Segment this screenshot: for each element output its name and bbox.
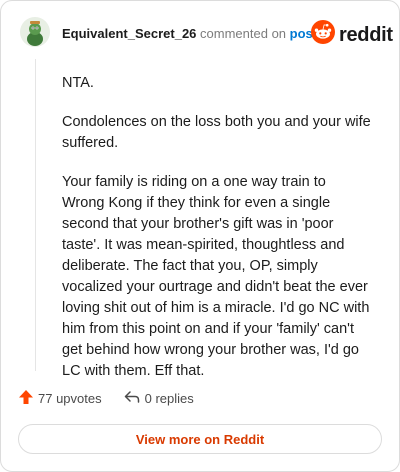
avatar[interactable] — [20, 17, 50, 47]
upvote-button[interactable]: 77 upvotes — [18, 389, 102, 408]
brand-wordmark: reddit — [339, 23, 393, 46]
upvote-arrow-icon — [18, 389, 34, 408]
reddit-snoo-icon — [311, 20, 335, 49]
comment-body: NTA. Condolences on the loss both you an… — [62, 73, 372, 400]
comment-card: Equivalent_Secret_26 commented on post r… — [0, 0, 400, 472]
thread-line — [35, 59, 36, 371]
reply-count: 0 replies — [144, 391, 194, 406]
comment-paragraph: Your family is riding on a one way train… — [62, 174, 370, 379]
comment-paragraph: NTA. — [62, 75, 94, 91]
view-more-button[interactable]: View more on Reddit — [18, 424, 382, 454]
username[interactable]: Equivalent_Secret_26 — [62, 26, 196, 41]
comment-footer: 77 upvotes 0 replies — [18, 389, 194, 408]
replies-button[interactable]: 0 replies — [124, 390, 194, 407]
comment-header: Equivalent_Secret_26 commented on post — [62, 26, 317, 42]
comment-paragraph: Condolences on the loss both you and you… — [62, 114, 371, 151]
upvote-count: 77 upvotes — [38, 391, 102, 406]
reddit-logo[interactable]: reddit — [311, 20, 393, 49]
action-text: commented on — [200, 26, 287, 41]
reply-arrow-icon — [124, 390, 140, 407]
